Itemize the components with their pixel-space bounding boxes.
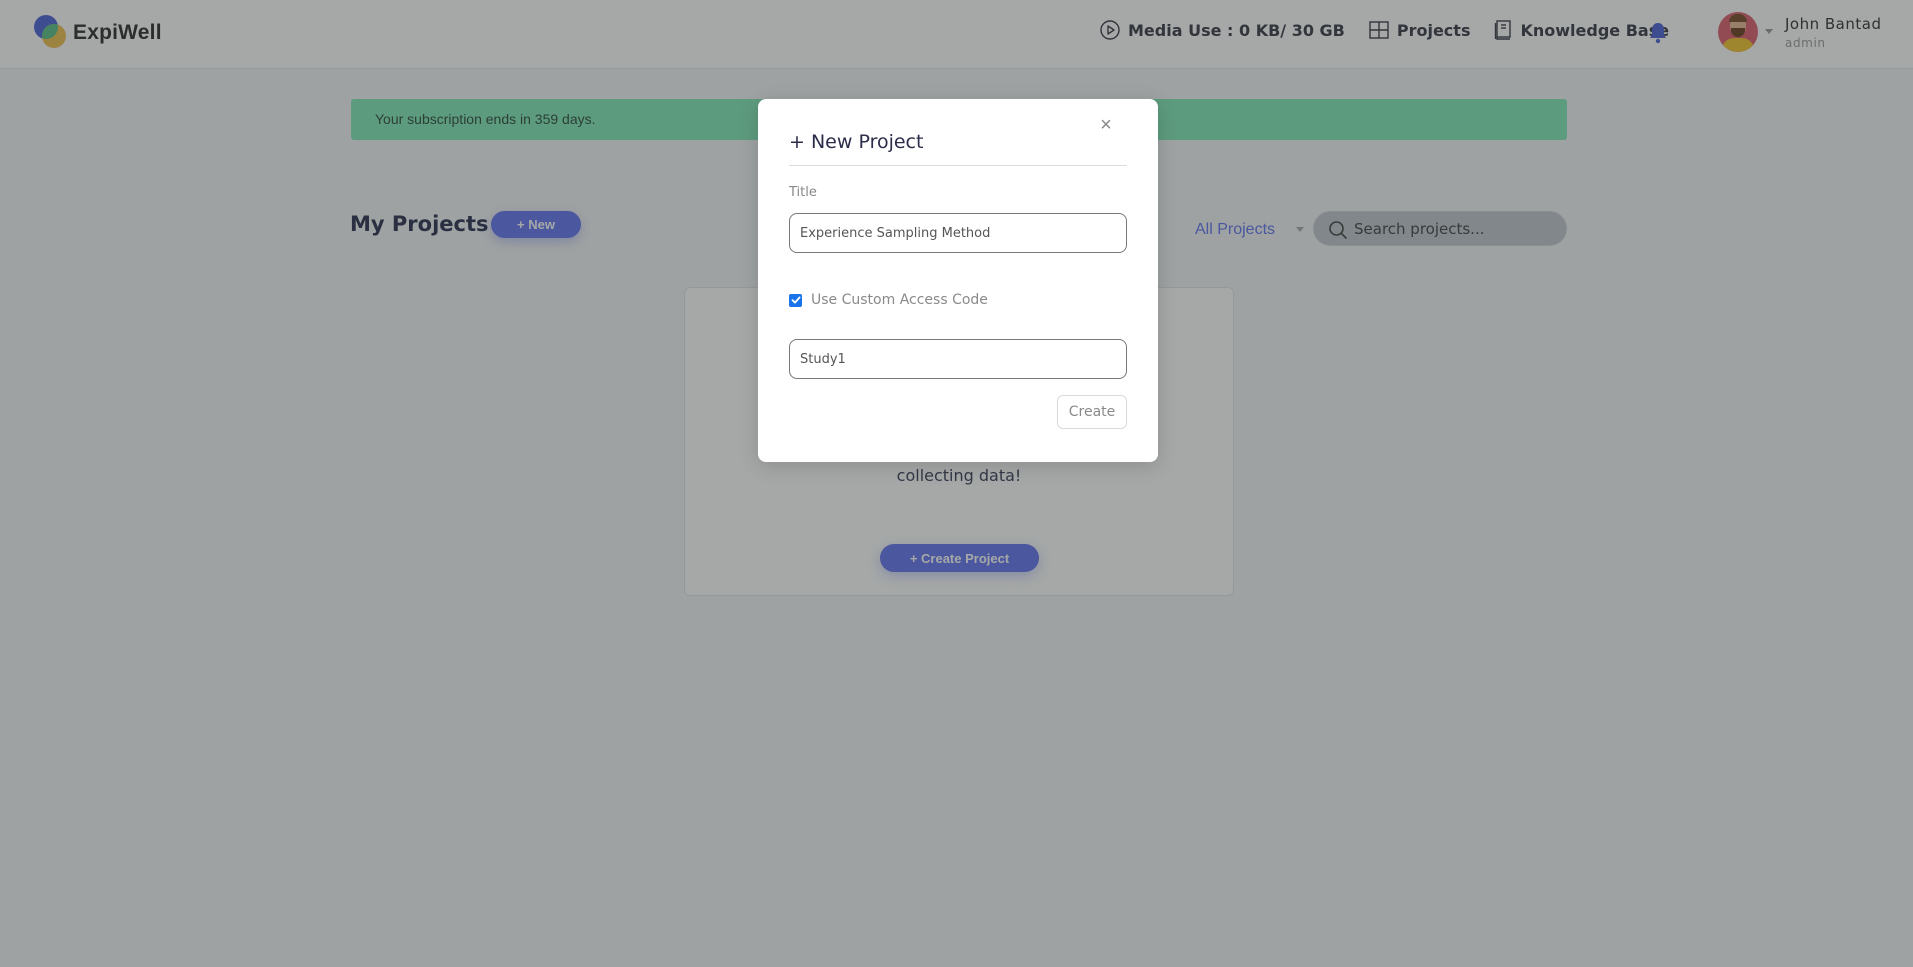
custom-access-code-label[interactable]: Use Custom Access Code	[811, 292, 988, 308]
modal-divider	[789, 165, 1127, 166]
create-button[interactable]: Create	[1057, 395, 1127, 429]
modal-title: + New Project	[789, 131, 924, 153]
new-project-modal: × + New Project Title Use Custom Access …	[758, 99, 1158, 462]
custom-access-code-checkbox[interactable]	[789, 293, 802, 307]
title-label: Title	[789, 185, 817, 200]
custom-access-code-row[interactable]: Use Custom Access Code	[789, 292, 988, 308]
close-icon[interactable]: ×	[1095, 114, 1117, 136]
title-input[interactable]	[789, 213, 1127, 253]
access-code-input[interactable]	[789, 339, 1127, 379]
checkmark-icon	[791, 296, 800, 304]
